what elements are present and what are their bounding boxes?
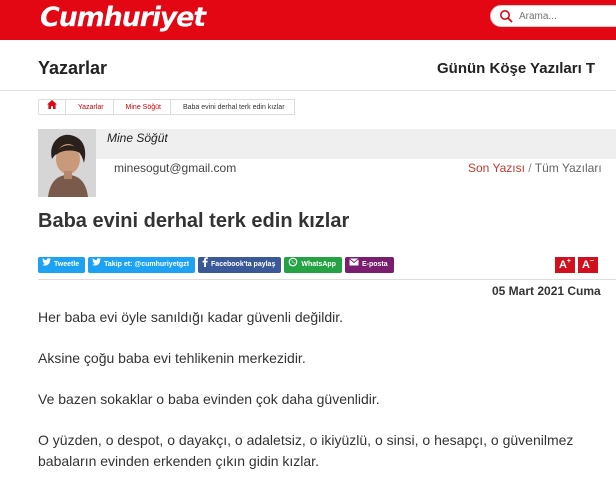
section-title[interactable]: Yazarlar	[38, 58, 107, 79]
search-input[interactable]	[519, 8, 616, 24]
email-label: E-posta	[361, 261, 388, 268]
breadcrumb-home[interactable]	[38, 99, 66, 115]
facebook-label: Facebook'ta paylaş	[211, 261, 276, 268]
article-paragraph: Her baba evi öyle sanıldığı kadar güvenl…	[38, 309, 344, 325]
tweet-label: Tweetle	[54, 261, 80, 268]
share-bar: Tweetle Takip et: @cumhuriyetgzt Faceboo…	[38, 256, 394, 274]
twitter-icon	[92, 257, 102, 273]
author-name[interactable]: Mine Söğüt	[107, 131, 168, 145]
breadcrumb-item-current: Baba evini derhal terk edin kızlar	[170, 99, 295, 115]
author-last-post-link[interactable]: Son Yazısı	[468, 161, 525, 175]
search-icon[interactable]	[499, 9, 513, 28]
follow-label: Takip et: @cumhuriyetgzt	[104, 261, 190, 268]
facebook-share-button[interactable]: Facebook'ta paylaş	[198, 256, 282, 274]
font-decrease-button[interactable]: A−	[578, 257, 598, 273]
nav-daily-columns-link[interactable]: Günün Köşe Yazıları T	[437, 60, 595, 77]
author-box: Mine Söğüt minesogut@gmail.com Son Yazıs…	[38, 129, 616, 197]
font-size-controls: A+ A−	[555, 257, 598, 273]
article-date: 05 Mart 2021 Cuma	[492, 284, 601, 298]
twitter-icon	[42, 257, 51, 273]
article-body: Her baba evi öyle sanıldığı kadar güvenl…	[38, 307, 574, 482]
site-header: Cumhuriyet	[0, 0, 616, 40]
article-paragraph: O yüzden, o despot, o dayakçı, o adalets…	[38, 432, 574, 469]
whatsapp-icon	[288, 257, 298, 274]
site-logo[interactable]: Cumhuriyet	[40, 2, 206, 33]
breadcrumb-item-yazarlar[interactable]: Yazarlar	[66, 99, 114, 115]
author-links: Son Yazısı / Tüm Yazıları	[468, 161, 602, 175]
author-email[interactable]: minesogut@gmail.com	[114, 161, 236, 175]
breadcrumb: Yazarlar Mine Söğüt Baba evini derhal te…	[38, 99, 295, 115]
font-increase-button[interactable]: A+	[555, 257, 575, 273]
nav-divider	[0, 90, 616, 91]
search-box[interactable]	[490, 5, 616, 27]
author-avatar[interactable]	[38, 129, 96, 197]
author-all-posts-link[interactable]: Tüm Yazıları	[535, 161, 602, 175]
home-icon	[47, 100, 57, 111]
envelope-icon	[349, 257, 359, 273]
facebook-icon	[202, 256, 208, 274]
article-title: Baba evini derhal terk edin kızlar	[38, 210, 350, 232]
follow-twitter-button[interactable]: Takip et: @cumhuriyetgzt	[88, 257, 196, 273]
whatsapp-label: WhatsApp	[301, 261, 336, 268]
whatsapp-share-button[interactable]: WhatsApp	[284, 257, 342, 273]
article-paragraph: Aksine çoğu baba evi tehlikenin merkezid…	[38, 350, 306, 366]
breadcrumb-item-author[interactable]: Mine Söğüt	[113, 99, 171, 115]
article-paragraph: Ve bazen sokaklar o baba evinden çok dah…	[38, 391, 380, 407]
tweet-button[interactable]: Tweetle	[38, 257, 86, 273]
date-divider	[38, 279, 616, 280]
email-share-button[interactable]: E-posta	[344, 257, 394, 273]
author-links-separator: /	[528, 161, 532, 175]
